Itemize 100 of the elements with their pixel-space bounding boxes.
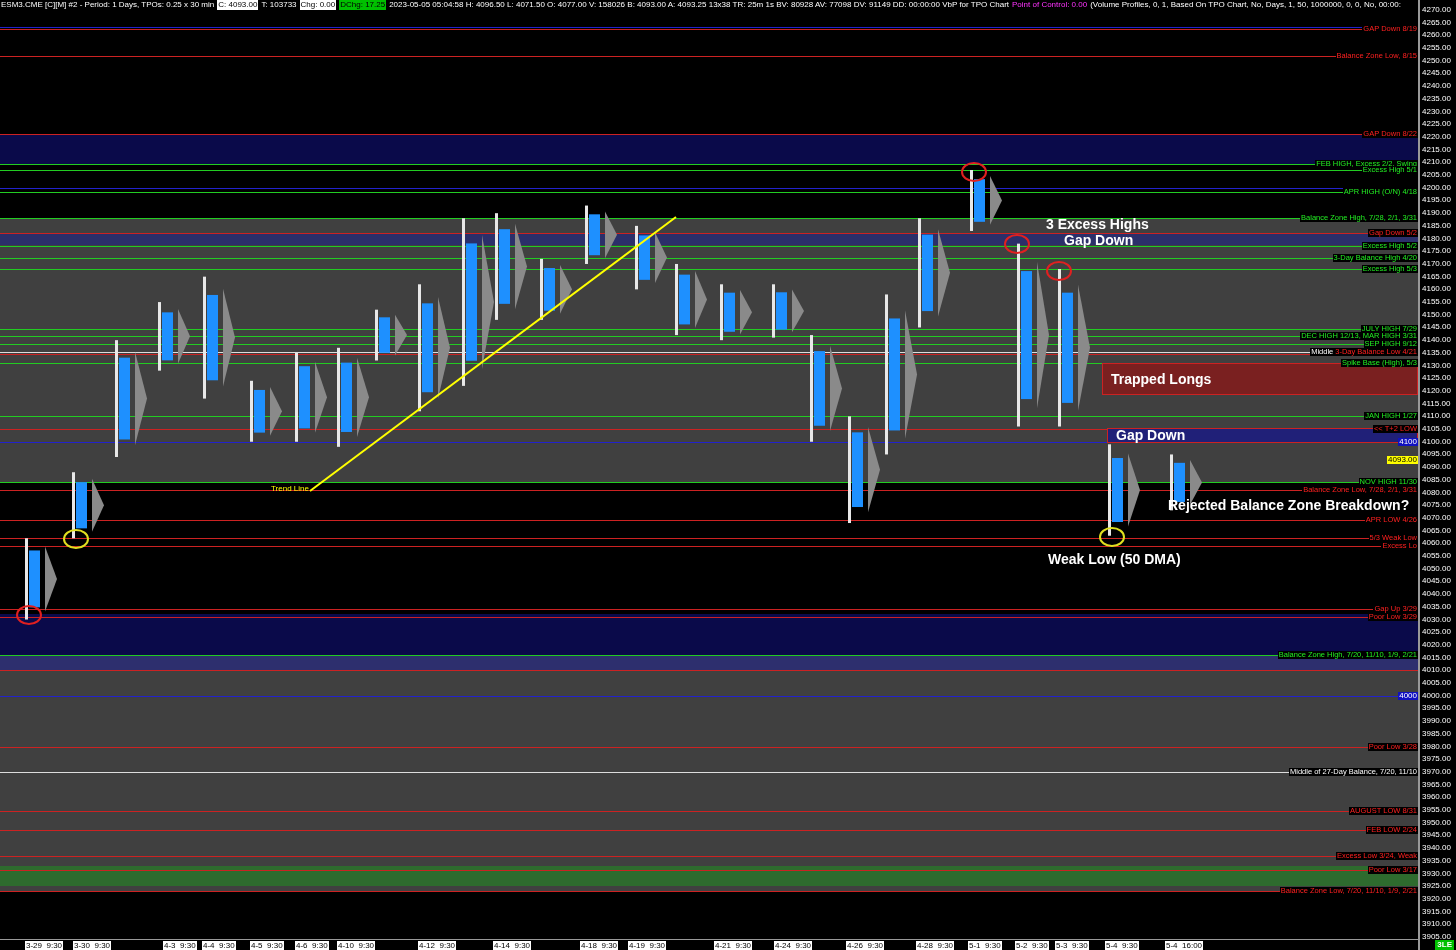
axis-tick-label: 4-28 9:30 [916,941,955,950]
axis-tick-label: 3915.00 [1422,907,1451,916]
axis-tick-label: 4210.00 [1422,158,1451,167]
axis-tick-label: 4050.00 [1422,564,1451,573]
tpo-profile-drawing [72,472,104,539]
axis-tick-label: 4-5 9:30 [250,941,284,950]
axis-tick-label: 4-18 9:30 [580,941,619,950]
circle-marker [1099,527,1125,547]
price-tag: 4093.00 [1387,455,1418,464]
axis-tick-label: 3-30 9:30 [73,941,112,950]
axis-tick-label: 4225.00 [1422,120,1451,129]
axis-tick-label: 4245.00 [1422,69,1451,78]
axis-tick-label: 3935.00 [1422,856,1451,865]
axis-tick-label: 4-14 9:30 [493,941,532,950]
axis-tick-label: 4060.00 [1422,539,1451,548]
axis-tick-label: 4220.00 [1422,133,1451,141]
axis-tick-label: 4260.00 [1422,31,1451,40]
axis-tick-label: 4155.00 [1422,298,1451,307]
axis-tick-label: 4105.00 [1422,425,1451,434]
axis-tick-label: 4215.00 [1422,145,1451,154]
status-text: T: 103733 [261,0,297,10]
axis-tick-label: 4135.00 [1422,348,1451,357]
axis-tick-label: 3985.00 [1422,729,1451,738]
axis-tick-label: 3950.00 [1422,818,1451,827]
axis-tick-label: 4010.00 [1422,666,1451,675]
axis-tick-label: 4185.00 [1422,221,1451,230]
axis-tick-label: 3920.00 [1422,894,1451,903]
annotation-text: Weak Low (50 DMA) [1048,551,1181,567]
tpo-profile-drawing [635,225,667,290]
status-text: (Volume Profiles, 0, 1, Based On TPO Chart, No, Days, 1, 50, 1000000, 0, 0, No, 00:00: [1090,0,1401,10]
circle-marker [961,162,987,182]
axis-tick-label: 4125.00 [1422,374,1451,383]
axis-tick-label: 4065.00 [1422,526,1451,535]
axis-tick-label: 4175.00 [1422,247,1451,256]
axis-tick-label: 4020.00 [1422,640,1451,649]
price-tag: 4000 [1398,691,1418,700]
axis-tick-label: 3990.00 [1422,717,1451,726]
axis-tick-label: 4240.00 [1422,82,1451,91]
axis-tick-label: 4235.00 [1422,94,1451,103]
axis-tick-label: 4115.00 [1422,399,1451,408]
tpo-profile-drawing [720,284,752,341]
axis-tick-label: 4205.00 [1422,171,1451,180]
circle-marker [1004,234,1030,254]
axis-tick-label: 4035.00 [1422,602,1451,611]
axis-tick-label: 4-26 9:30 [846,941,885,950]
axis-tick-label: 4150.00 [1422,310,1451,319]
axis-tick-label: 4100.00 [1422,437,1451,446]
tpo-profile-drawing [970,170,1002,231]
status-text: DChg: 17.25 [339,0,387,10]
status-badge: 3LE [1435,940,1454,950]
axis-tick-label: 4030.00 [1422,615,1451,624]
axis-tick-label: 4-12 9:30 [418,941,457,950]
axis-tick-label: 4-10 9:30 [337,941,376,950]
axis-tick-label: 4005.00 [1422,679,1451,687]
axis-tick-label: 5-4 16:00 [1165,941,1204,950]
axis-tick-label: 4000.00 [1422,691,1451,700]
axis-tick-label: 3980.00 [1422,742,1451,751]
axis-tick-label: 5-2 9:30 [1015,941,1049,950]
status-text: 2023-05-05 05:04:58 H: 4096.50 L: 4071.50 O: 4077.00 V: 158026 B: 4093.00 A: 4093.25 13x38 TR: 25m 1s BV: 80928 AV: 77098 DV: 91149 DD: 00:00:00 VbP for TPO Chart [389,0,1010,10]
axis-tick-label: 4140.00 [1422,336,1451,345]
axis-tick-label: 4-19 9:30 [628,941,667,950]
axis-tick-label: 3975.00 [1422,755,1451,764]
axis-tick-label: 3940.00 [1422,844,1451,853]
axis-tick-label: 4120.00 [1422,386,1451,395]
annotation-text: 3 Excess Highs [1046,216,1149,232]
status-text: Chg: 0.00 [299,0,337,10]
axis-tick-label: 4255.00 [1422,44,1451,53]
axis-tick-label: 3970.00 [1422,767,1451,776]
circle-marker [16,605,42,625]
tpo-profile-drawing [158,302,190,371]
axis-tick-label: 4250.00 [1422,56,1451,65]
tpo-profile-drawing [375,309,407,361]
axis-tick-label: 4085.00 [1422,475,1451,484]
axis-tick-label: 4-3 9:30 [163,941,197,950]
status-text: Point of Control: 0.00 [1012,0,1088,10]
axis-tick-label: 4265.00 [1422,18,1451,27]
axis-tick-label: 4040.00 [1422,590,1451,599]
axis-tick-label: 5-1 9:30 [968,941,1002,950]
axis-tick-label: 4-6 9:30 [295,941,329,950]
axis-tick-label: 4095.00 [1422,450,1451,459]
axis-tick-label: 4230.00 [1422,107,1451,116]
axis-tick-label: 4110.00 [1422,412,1451,421]
axis-tick-label: 3965.00 [1422,780,1451,789]
axis-tick-label: 3905.00 [1422,933,1451,941]
axis-tick-label: 4-4 9:30 [202,941,236,950]
axis-tick-label: 4170.00 [1422,259,1451,268]
axis-tick-label: 4160.00 [1422,285,1451,294]
status-text: ESM3.CME [C][M] #2 - Period: 1 Days, TPOs: 0.25 x 30 min [1,0,215,10]
axis-tick-label: 4190.00 [1422,209,1451,218]
axis-tick-label: 3945.00 [1422,831,1451,840]
axis-tick-label: 4200.00 [1422,183,1451,192]
axis-tick-label: 4025.00 [1422,628,1451,637]
axis-tick-label: 4080.00 [1422,488,1451,497]
axis-tick-label: 4195.00 [1422,196,1451,205]
axis-tick-label: 4-24 9:30 [774,941,813,950]
axis-tick-label: 4015.00 [1422,653,1451,662]
axis-tick-label: 3925.00 [1422,882,1451,891]
tpo-profile-drawing [772,284,804,338]
axis-tick-label: 4090.00 [1422,463,1451,472]
axis-tick-label: 5-3 9:30 [1055,941,1089,950]
